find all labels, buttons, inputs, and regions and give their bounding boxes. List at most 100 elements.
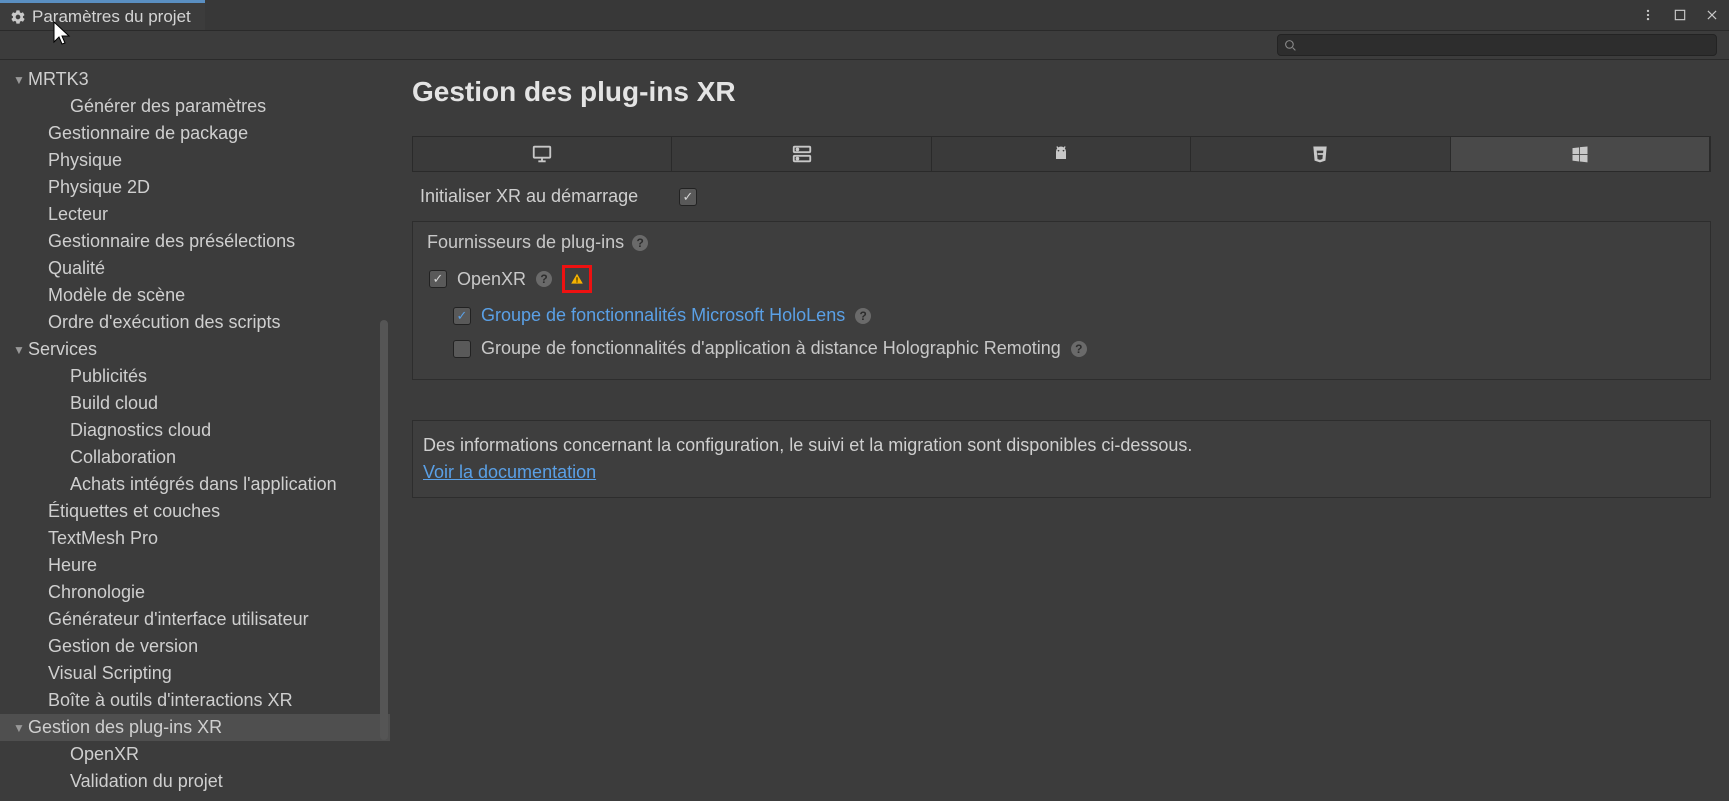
tree-item-label: Générer des paramètres: [70, 96, 266, 117]
tree-item[interactable]: Boîte à outils d'interactions XR: [0, 687, 390, 714]
platform-tab-android[interactable]: [932, 137, 1191, 171]
tree-item[interactable]: Achats intégrés dans l'application: [0, 471, 390, 498]
toolbar: [0, 30, 1729, 60]
tree-item[interactable]: Générer des paramètres: [0, 93, 390, 120]
warning-icon: [569, 272, 585, 286]
tree-item-label: Gestion des plug-ins XR: [28, 717, 222, 738]
tree-item-label: Diagnostics cloud: [70, 420, 211, 441]
init-xr-row: Initialiser XR au démarrage: [412, 172, 1711, 221]
platform-tab-windows[interactable]: [1451, 137, 1710, 171]
provider-openxr-row: OpenXR ?: [421, 259, 1702, 299]
tree-item-label: Collaboration: [70, 447, 176, 468]
split-handle[interactable]: [390, 60, 394, 801]
tree-item[interactable]: Qualité: [0, 255, 390, 282]
tree-item-label: Build cloud: [70, 393, 158, 414]
content-pane: Gestion des plug-ins XR: [394, 60, 1729, 801]
tree-item[interactable]: Gestionnaire de package: [0, 120, 390, 147]
window-tab[interactable]: Paramètres du projet: [0, 0, 205, 30]
tree-item[interactable]: Build cloud: [0, 390, 390, 417]
tree-item-label: Services: [28, 339, 97, 360]
page-title: Gestion des plug-ins XR: [412, 76, 1711, 108]
tree-item[interactable]: TextMesh Pro: [0, 525, 390, 552]
foldout-icon: ▼: [12, 721, 26, 735]
providers-box: Fournisseurs de plug-ins ? OpenXR ? Grou…: [412, 221, 1711, 380]
provider-openxr-checkbox[interactable]: [429, 270, 447, 288]
gear-icon: [10, 9, 26, 25]
tree-item-label: Générateur d'interface utilisateur: [48, 609, 309, 630]
info-text: Des informations concernant la configura…: [423, 435, 1700, 456]
provider-remoting-label: Groupe de fonctionnalités d'application …: [481, 338, 1061, 359]
tree-item-label: Gestion de version: [48, 636, 198, 657]
window-tab-title: Paramètres du projet: [32, 7, 191, 27]
tree-item-label: Gestionnaire de package: [48, 123, 248, 144]
tree-item-label: Étiquettes et couches: [48, 501, 220, 522]
windows-icon: [1570, 144, 1590, 164]
tree-item-label: Lecteur: [48, 204, 108, 225]
maximize-icon[interactable]: [1671, 6, 1689, 24]
tree-item[interactable]: Collaboration: [0, 444, 390, 471]
tree-item[interactable]: Étiquettes et couches: [0, 498, 390, 525]
tree-item[interactable]: Diagnostics cloud: [0, 417, 390, 444]
tree-item[interactable]: Chronologie: [0, 579, 390, 606]
provider-hololens-checkbox[interactable]: [453, 307, 471, 325]
tree-item-label: Gestionnaire des présélections: [48, 231, 295, 252]
tree-item-label: Physique: [48, 150, 122, 171]
tree-item-label: TextMesh Pro: [48, 528, 158, 549]
tree-item-label: Ordre d'exécution des scripts: [48, 312, 281, 333]
help-icon[interactable]: ?: [536, 271, 552, 287]
tree-item[interactable]: Visual Scripting: [0, 660, 390, 687]
provider-hololens-label[interactable]: Groupe de fonctionnalités Microsoft Holo…: [481, 305, 845, 326]
close-icon[interactable]: [1703, 6, 1721, 24]
tree-item[interactable]: Générateur d'interface utilisateur: [0, 606, 390, 633]
help-icon[interactable]: ?: [632, 235, 648, 251]
tree-item[interactable]: OpenXR: [0, 741, 390, 768]
foldout-icon: ▼: [12, 73, 26, 87]
tree-item[interactable]: Lecteur: [0, 201, 390, 228]
platform-tab-desktop[interactable]: [413, 137, 672, 171]
tree-item[interactable]: ▼Gestion des plug-ins XR: [0, 714, 390, 741]
desktop-icon: [531, 143, 553, 165]
platform-tab-server[interactable]: [672, 137, 931, 171]
providers-title: Fournisseurs de plug-ins: [427, 232, 624, 253]
tree-item[interactable]: Gestion de version: [0, 633, 390, 660]
tree-item[interactable]: ▼MRTK3: [0, 66, 390, 93]
tree-item[interactable]: Modèle de scène: [0, 282, 390, 309]
tree-item-label: Validation du projet: [70, 771, 223, 792]
html5-icon: [1310, 144, 1330, 164]
init-xr-checkbox[interactable]: [679, 188, 697, 206]
provider-hololens-row: Groupe de fonctionnalités Microsoft Holo…: [421, 299, 1702, 332]
search-input[interactable]: [1277, 34, 1717, 56]
android-icon: [1051, 144, 1071, 164]
provider-remoting-checkbox[interactable]: [453, 340, 471, 358]
tree-item-label: Publicités: [70, 366, 147, 387]
tree-item[interactable]: Publicités: [0, 363, 390, 390]
tree-item[interactable]: Heure: [0, 552, 390, 579]
tree-item[interactable]: Physique: [0, 147, 390, 174]
info-box: Des informations concernant la configura…: [412, 420, 1711, 498]
kebab-menu-icon[interactable]: [1639, 6, 1657, 24]
tree-item[interactable]: ▼Services: [0, 336, 390, 363]
help-icon[interactable]: ?: [1071, 341, 1087, 357]
platform-tabs: [412, 136, 1711, 172]
openxr-warning-highlight[interactable]: [562, 265, 592, 293]
tree-item-label: Boîte à outils d'interactions XR: [48, 690, 293, 711]
platform-tab-webgl[interactable]: [1191, 137, 1450, 171]
tree-item[interactable]: Gestionnaire des présélections: [0, 228, 390, 255]
tree-item-label: OpenXR: [70, 744, 139, 765]
tree-item-label: Physique 2D: [48, 177, 150, 198]
foldout-icon: ▼: [12, 343, 26, 357]
tree-item[interactable]: Validation du projet: [0, 768, 390, 795]
tree-item-label: Qualité: [48, 258, 105, 279]
tree-item[interactable]: Physique 2D: [0, 174, 390, 201]
tree-item-label: Chronologie: [48, 582, 145, 603]
init-xr-label: Initialiser XR au démarrage: [420, 186, 665, 207]
provider-remoting-row: Groupe de fonctionnalités d'application …: [421, 332, 1702, 365]
settings-tree[interactable]: ▼MRTK3 Générer des paramètres Gestionnaire…: [0, 60, 390, 801]
help-icon[interactable]: ?: [855, 308, 871, 324]
tree-item-label: Modèle de scène: [48, 285, 185, 306]
documentation-link[interactable]: Voir la documentation: [423, 462, 1700, 483]
tree-item[interactable]: Ordre d'exécution des scripts: [0, 309, 390, 336]
search-icon: [1284, 39, 1297, 52]
sidebar-scrollbar[interactable]: [380, 320, 388, 740]
titlebar: Paramètres du projet: [0, 0, 1729, 30]
